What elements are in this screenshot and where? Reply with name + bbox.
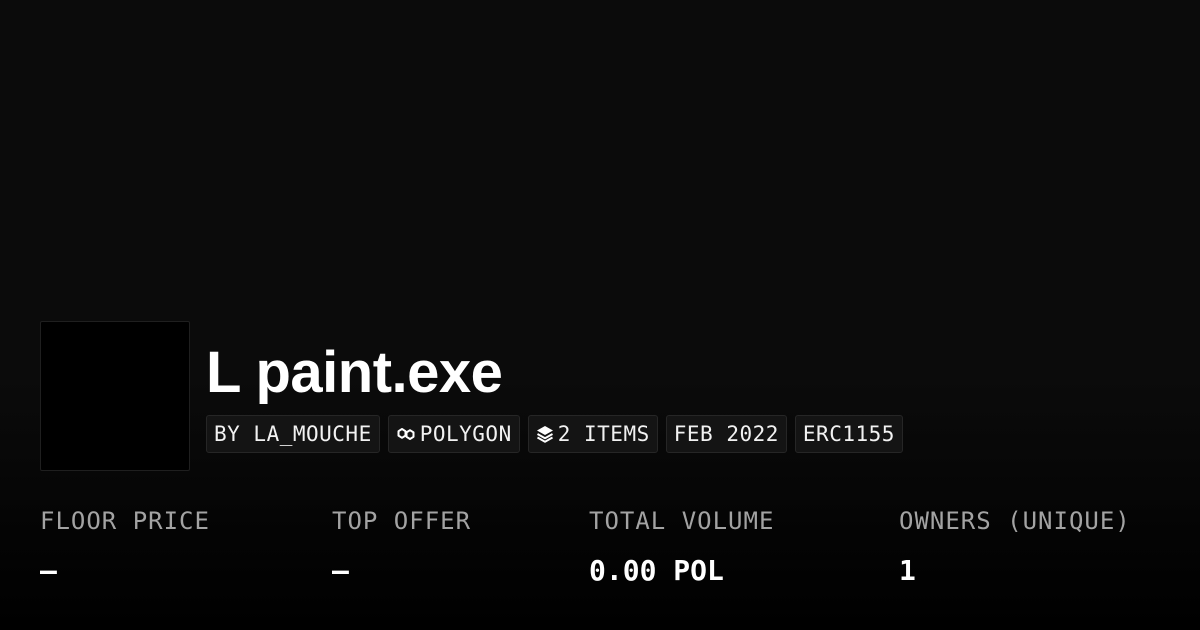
date-tag: FEB 2022 xyxy=(665,415,787,453)
items-tag-label: 2 ITEMS xyxy=(557,422,650,446)
creator-tag-label: BY LA_MOUCHE xyxy=(214,422,372,446)
top-offer-value: – xyxy=(332,554,349,587)
chain-tag[interactable]: POLYGON xyxy=(387,415,520,453)
owners-stat: OWNERS (UNIQUE) 1 xyxy=(899,503,1131,589)
standard-tag: ERC1155 xyxy=(794,415,903,453)
collection-card: L paint.exe BY LA_MOUCHE POLYGON 2 ITEMS… xyxy=(0,0,1200,630)
owners-value: 1 xyxy=(899,554,916,587)
top-offer-stat: TOP OFFER – xyxy=(332,503,471,589)
items-tag[interactable]: 2 ITEMS xyxy=(527,415,658,453)
collection-thumbnail[interactable] xyxy=(40,321,190,471)
collection-tags: BY LA_MOUCHE POLYGON 2 ITEMS FEB 2022 ER… xyxy=(206,415,903,453)
collection-title: L paint.exe xyxy=(206,340,503,405)
date-tag-label: FEB 2022 xyxy=(673,422,779,446)
owners-label: OWNERS (UNIQUE) xyxy=(899,507,1131,535)
total-volume-label: TOTAL VOLUME xyxy=(589,507,775,535)
top-offer-label: TOP OFFER xyxy=(332,507,472,535)
floor-price-value: – xyxy=(40,554,57,587)
total-volume-value: 0.00 POL xyxy=(589,554,724,587)
creator-tag[interactable]: BY LA_MOUCHE xyxy=(206,415,380,453)
chain-tag-label: POLYGON xyxy=(419,422,512,446)
floor-price-label: FLOOR PRICE xyxy=(40,507,210,535)
standard-tag-label: ERC1155 xyxy=(802,422,895,446)
layers-icon xyxy=(536,424,554,444)
total-volume-stat: TOTAL VOLUME 0.00 POL xyxy=(589,503,774,589)
polygon-chain-icon xyxy=(396,424,416,444)
floor-price-stat: FLOOR PRICE – xyxy=(40,503,210,589)
